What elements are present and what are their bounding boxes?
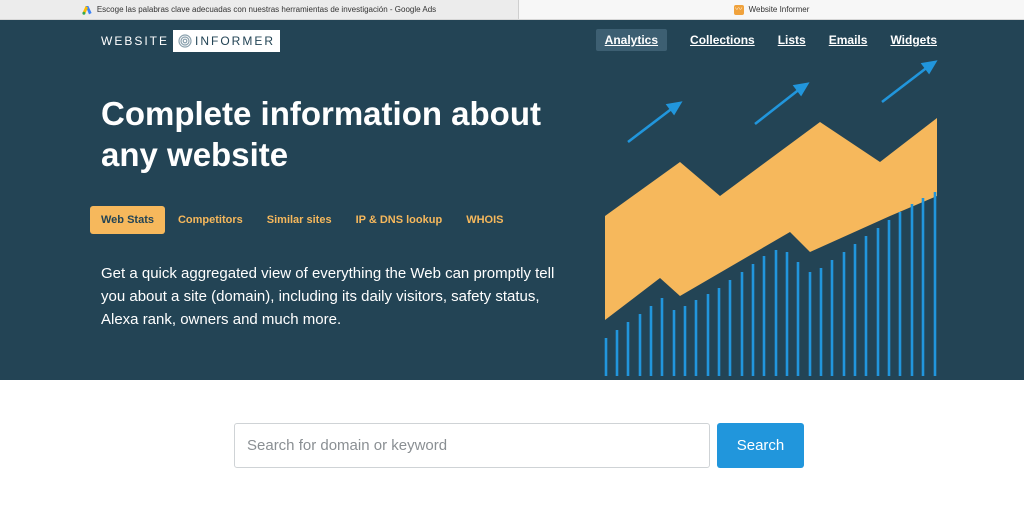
tab-competitors[interactable]: Competitors (167, 206, 254, 234)
google-ads-icon (82, 5, 92, 15)
trend-arrow-icon (627, 101, 683, 144)
website-informer-icon: 〰 (733, 4, 744, 15)
growth-illustration (604, 60, 938, 376)
trend-arrow-icon (754, 82, 810, 126)
tab-similar-sites[interactable]: Similar sites (256, 206, 343, 234)
logo-ring-icon (178, 34, 192, 48)
page-headline: Complete information about any website (101, 93, 581, 175)
logo-badge: INFORMER (173, 30, 281, 52)
trend-arrow-icon (881, 60, 938, 104)
nav-emails[interactable]: Emails (829, 29, 868, 51)
growth-area-shape (605, 118, 937, 320)
feature-tabs: Web Stats Competitors Similar sites IP &… (90, 206, 516, 234)
browser-tab-google-ads[interactable]: Escoge las palabras clave adecuadas con … (0, 0, 519, 19)
headline-line-1: Complete information about (101, 95, 541, 132)
search-input[interactable] (234, 423, 710, 468)
headline-line-2: any website (101, 136, 289, 173)
browser-tab-website-informer[interactable]: 〰 Website Informer (519, 0, 1024, 19)
site-logo[interactable]: WEBSITE INFORMER (101, 30, 281, 52)
logo-word-website: WEBSITE (101, 34, 170, 48)
logo-word-informer: INFORMER (195, 34, 276, 48)
nav-collections[interactable]: Collections (690, 29, 755, 51)
nav-lists[interactable]: Lists (778, 29, 806, 51)
tab-title: Escoge las palabras clave adecuadas con … (96, 5, 437, 14)
nav-widgets[interactable]: Widgets (890, 29, 937, 51)
tab-title: Website Informer (748, 5, 810, 14)
tab-web-stats[interactable]: Web Stats (90, 206, 165, 234)
tab-whois[interactable]: WHOIS (455, 206, 514, 234)
tab-ip-dns-lookup[interactable]: IP & DNS lookup (345, 206, 454, 234)
hero-description: Get a quick aggregated view of everythin… (101, 265, 555, 328)
search-button[interactable]: Search (717, 423, 804, 468)
nav-analytics[interactable]: Analytics (595, 29, 668, 51)
hero-section: WEBSITE INFORMER Analytics Collections L… (0, 20, 1024, 380)
search-bar: Search (234, 423, 804, 468)
browser-tab-strip: Escoge las palabras clave adecuadas con … (0, 0, 1024, 20)
main-nav: Analytics Collections Lists Emails Widge… (595, 29, 937, 51)
